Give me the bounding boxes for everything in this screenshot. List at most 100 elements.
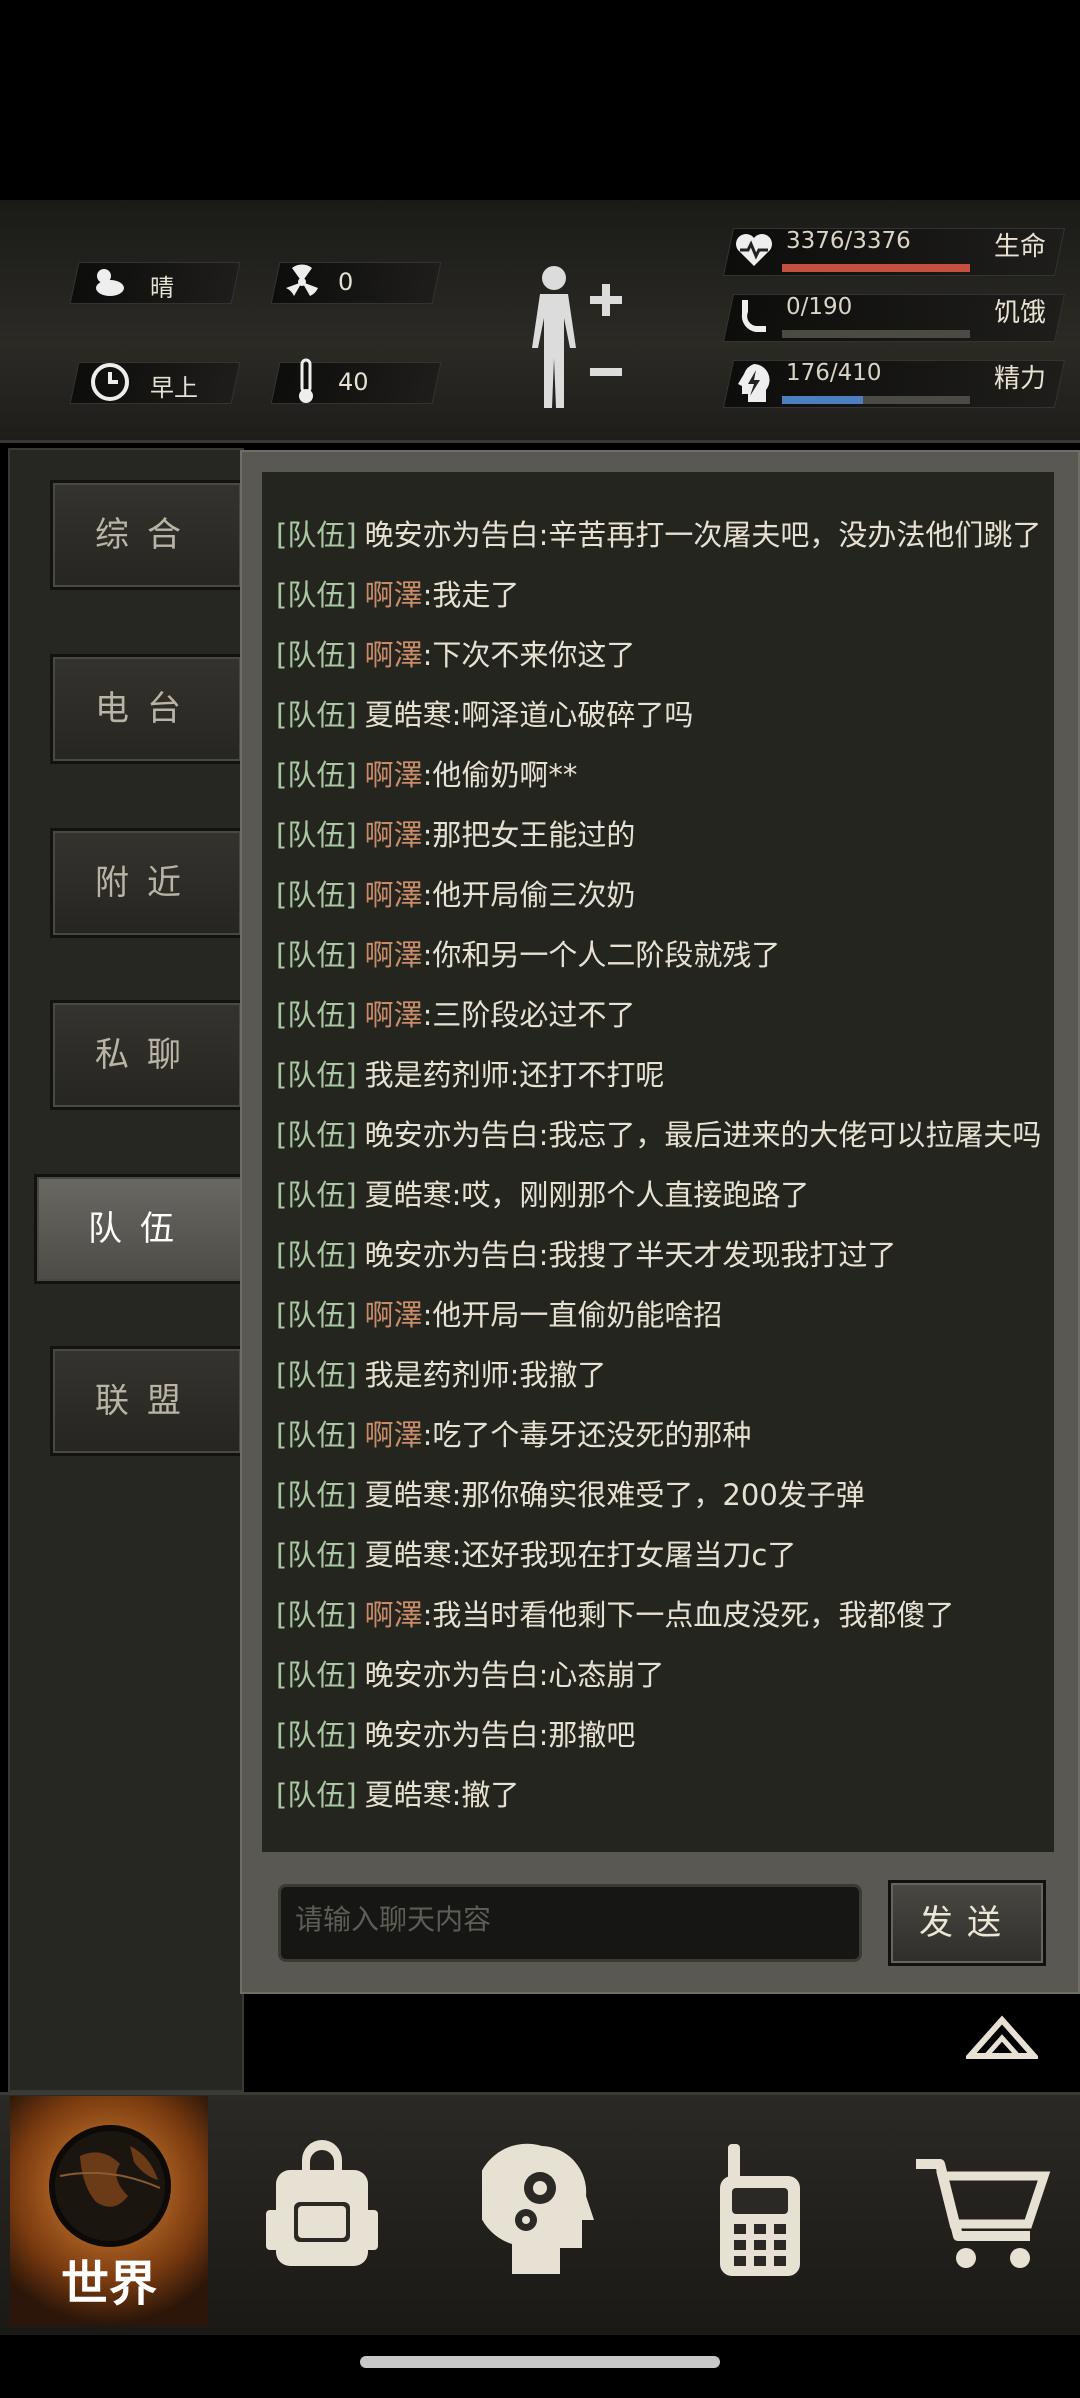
message-sender[interactable]: 夏皓寒 xyxy=(365,1178,452,1212)
message-channel: [队伍] xyxy=(276,698,357,732)
send-button[interactable]: 发送 xyxy=(888,1880,1046,1966)
heartbeat-icon xyxy=(734,230,774,270)
message-sender[interactable]: 夏皓寒 xyxy=(365,1538,452,1572)
stomach-icon xyxy=(734,296,774,336)
message-sender[interactable]: 晚安亦为告白 xyxy=(365,1718,539,1752)
message-text: :啊泽道心破碎了吗 xyxy=(451,698,694,732)
message-text: :辛苦再打一次屠夫吧，没办法他们跳了 xyxy=(538,518,1042,552)
nav-world-label: 世界 xyxy=(60,2256,157,2312)
chat-message: [队伍] 啊澤:他开局一直偷奶能啥招 xyxy=(276,1290,722,1340)
chat-message: [队伍] 我是药剂师:我撤了 xyxy=(276,1350,606,1400)
message-channel: [队伍] xyxy=(276,1118,357,1152)
chat-message: [队伍] 啊澤:下次不来你这了 xyxy=(276,630,635,680)
backpack-icon[interactable] xyxy=(262,2140,382,2280)
chat-message: [队伍] 啊澤:我走了 xyxy=(276,570,519,620)
message-sender[interactable]: 晚安亦为告白 xyxy=(365,1118,539,1152)
weather-label: 晴 xyxy=(150,274,174,302)
message-text: :哎，刚刚那个人直接跑路了 xyxy=(451,1178,810,1212)
message-sender[interactable]: 晚安亦为告白 xyxy=(365,1238,539,1272)
chat-message: [队伍] 晚安亦为告白:我搜了半天才发现我打过了 xyxy=(276,1230,896,1280)
radiation-icon xyxy=(282,262,322,302)
message-sender[interactable]: 我是药剂师 xyxy=(365,1058,510,1092)
message-text: :他开局一直偷奶能啥招 xyxy=(422,1298,723,1332)
message-text: :他偷奶啊** xyxy=(422,758,578,792)
chat-message: [队伍] 晚安亦为告白:心态崩了 xyxy=(276,1650,664,1700)
message-text: :我忘了，最后进来的大佬可以拉屠夫吗 xyxy=(538,1118,1042,1152)
message-sender[interactable]: 啊澤 xyxy=(365,1298,423,1332)
message-channel: [队伍] xyxy=(276,518,357,552)
message-sender[interactable]: 晚安亦为告白 xyxy=(365,1658,539,1692)
message-sender[interactable]: 啊澤 xyxy=(365,1598,423,1632)
walkie-talkie-icon[interactable] xyxy=(700,2140,820,2280)
message-sender[interactable]: 啊澤 xyxy=(365,578,423,612)
message-channel: [队伍] xyxy=(276,1178,357,1212)
body-status-icon[interactable] xyxy=(520,258,630,418)
globe-icon xyxy=(49,2125,171,2247)
chat-message: [队伍] 啊澤:他偷奶啊** xyxy=(276,750,577,800)
chat-message: [队伍] 晚安亦为告白:辛苦再打一次屠夫吧，没办法他们跳了 xyxy=(276,510,1041,560)
home-indicator[interactable] xyxy=(360,2356,720,2368)
tab-private[interactable]: 私聊 xyxy=(50,1000,244,1110)
message-sender[interactable]: 啊澤 xyxy=(365,758,423,792)
chat-input-placeholder: 请输入聊天内容 xyxy=(295,1903,492,1936)
message-sender[interactable]: 夏皓寒 xyxy=(365,698,452,732)
message-sender[interactable]: 啊澤 xyxy=(365,638,423,672)
message-channel: [队伍] xyxy=(276,1298,357,1332)
message-sender[interactable]: 我是药剂师 xyxy=(365,1358,510,1392)
message-text: :三阶段必过不了 xyxy=(422,998,636,1032)
message-channel: [队伍] xyxy=(276,1538,357,1572)
message-channel: [队伍] xyxy=(276,578,357,612)
message-text: :我搜了半天才发现我打过了 xyxy=(538,1238,897,1272)
hunger-label: 饥饿 xyxy=(994,298,1047,328)
message-text: :那你确实很难受了，200发子弹 xyxy=(451,1478,865,1512)
message-text: :你和另一个人二阶段就残了 xyxy=(422,938,781,972)
tab-team[interactable]: 队伍 xyxy=(34,1174,246,1284)
chat-message: [队伍] 夏皓寒:哎，刚刚那个人直接跑路了 xyxy=(276,1170,809,1220)
message-sender[interactable]: 啊澤 xyxy=(365,1418,423,1452)
thermometer-icon xyxy=(286,356,326,403)
energy-bar-fill xyxy=(782,396,863,404)
message-channel: [队伍] xyxy=(276,1598,357,1632)
message-channel: [队伍] xyxy=(276,818,357,852)
message-text: :吃了个毒牙还没死的那种 xyxy=(422,1418,752,1452)
message-text: :下次不来你这了 xyxy=(422,638,636,672)
shopping-cart-icon[interactable] xyxy=(912,2140,1052,2280)
hunger-bar xyxy=(782,330,970,338)
message-channel: [队伍] xyxy=(276,878,357,912)
message-text: :我当时看他剩下一点血皮没死，我都傻了 xyxy=(422,1598,955,1632)
message-sender[interactable]: 晚安亦为告白 xyxy=(365,518,539,552)
life-value: 3376/3376 xyxy=(786,228,911,254)
collapse-up-icon[interactable] xyxy=(963,2012,1041,2062)
message-sender[interactable]: 啊澤 xyxy=(365,938,423,972)
message-text: :那把女王能过的 xyxy=(422,818,636,852)
chat-message: [队伍] 啊澤:三阶段必过不了 xyxy=(276,990,635,1040)
chat-message: [队伍] 晚安亦为告白:我忘了，最后进来的大佬可以拉屠夫吗 xyxy=(276,1110,1041,1160)
tab-radio[interactable]: 电台 xyxy=(50,654,244,764)
message-channel: [队伍] xyxy=(276,638,357,672)
chat-message: [队伍] 啊澤:吃了个毒牙还没死的那种 xyxy=(276,1410,751,1460)
tab-nearby[interactable]: 附近 xyxy=(50,828,244,938)
life-label: 生命 xyxy=(994,232,1047,262)
message-text: :还打不打呢 xyxy=(509,1058,665,1092)
message-text: :心态崩了 xyxy=(538,1658,665,1692)
message-channel: [队伍] xyxy=(276,1358,357,1392)
chat-message: [队伍] 我是药剂师:还打不打呢 xyxy=(276,1050,664,1100)
chat-message: [队伍] 啊澤:那把女王能过的 xyxy=(276,810,635,860)
message-channel: [队伍] xyxy=(276,1778,357,1812)
message-sender[interactable]: 啊澤 xyxy=(365,998,423,1032)
message-sender[interactable]: 夏皓寒 xyxy=(365,1778,452,1812)
message-sender[interactable]: 夏皓寒 xyxy=(365,1478,452,1512)
message-text: :还好我现在打女屠当刀c了 xyxy=(451,1538,797,1572)
message-sender[interactable]: 啊澤 xyxy=(365,818,423,852)
message-channel: [队伍] xyxy=(276,938,357,972)
tab-general[interactable]: 综合 xyxy=(50,480,244,590)
radiation-value: 0 xyxy=(338,268,354,296)
tab-alliance[interactable]: 联盟 xyxy=(50,1346,244,1456)
message-channel: [队伍] xyxy=(276,758,357,792)
message-text: :我撤了 xyxy=(509,1358,607,1392)
chat-message: [队伍] 夏皓寒:撤了 xyxy=(276,1770,519,1820)
message-sender[interactable]: 啊澤 xyxy=(365,878,423,912)
message-channel: [队伍] xyxy=(276,1058,357,1092)
head-gears-icon[interactable] xyxy=(475,2140,602,2280)
message-channel: [队伍] xyxy=(276,1478,357,1512)
